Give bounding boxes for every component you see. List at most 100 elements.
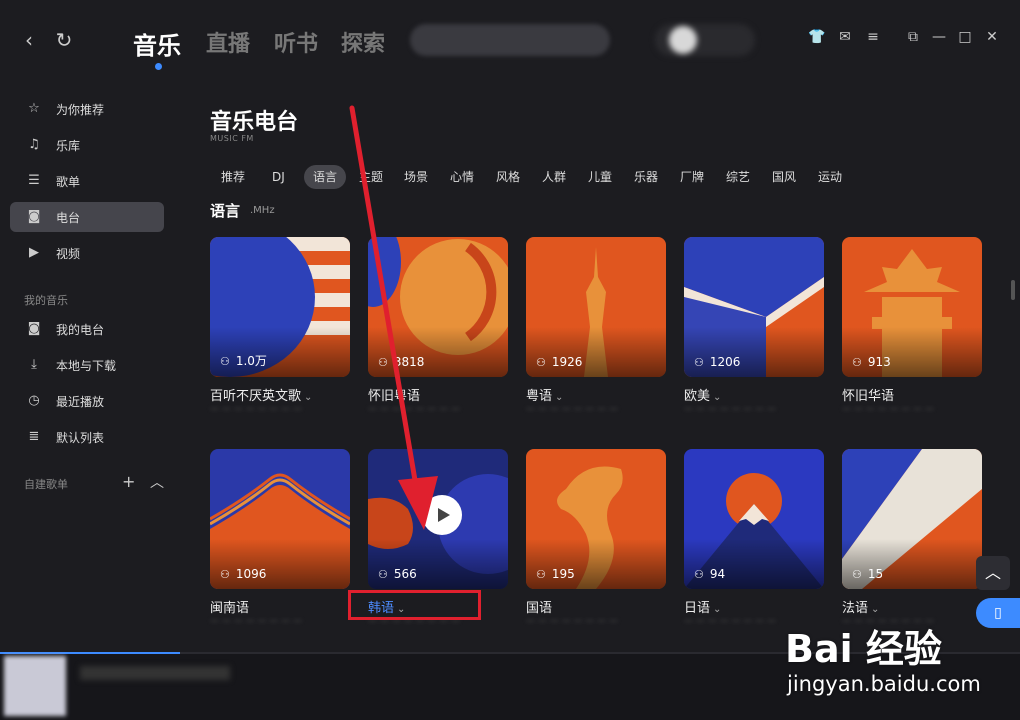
tab-music[interactable]: 音乐 [133, 26, 181, 61]
close-icon[interactable]: ✕ [983, 28, 1001, 46]
person-icon: ⚇ [536, 356, 546, 369]
radio-card[interactable]: ⚇ 3818 [368, 237, 508, 377]
sidebar-item-label: 电台 [56, 211, 81, 225]
listener-count: ⚇ 94 [694, 567, 726, 581]
sidebar-item-recent[interactable]: ◷ 最近播放 [10, 386, 164, 416]
category-tab[interactable]: 场景 [404, 165, 428, 189]
menu-icon[interactable]: ≡ [864, 28, 882, 46]
category-tab[interactable]: 国风 [772, 165, 796, 189]
scrollbar[interactable] [1011, 280, 1015, 300]
mail-icon[interactable]: ✉ [836, 28, 854, 46]
category-tab[interactable]: 厂牌 [680, 165, 704, 189]
minimize-icon[interactable]: — [930, 28, 948, 46]
video-icon: ▶ [29, 245, 39, 260]
category-tab[interactable]: 综艺 [726, 165, 750, 189]
download-icon: ⤓ [31, 357, 37, 372]
radio-card[interactable]: ⚇ 1.0万 [210, 237, 350, 377]
category-tab[interactable]: 主题 [359, 165, 383, 189]
listener-count: ⚇ 3818 [378, 355, 425, 369]
card-name[interactable]: 日语 ⌄ [684, 597, 721, 616]
radio-card[interactable]: ⚇ 94 [684, 449, 824, 589]
radio-card[interactable]: ⚇ 913 [842, 237, 982, 377]
mini-mode-icon[interactable]: ⧉ [904, 28, 922, 46]
back-to-top-button[interactable]: ︿ [976, 556, 1010, 590]
radio-card[interactable]: ⚇ 195 [526, 449, 666, 589]
back-icon[interactable]: ‹ [17, 28, 41, 52]
chevron-down-icon[interactable]: ⌄ [304, 392, 312, 403]
tab-explore[interactable]: 探索 [341, 26, 385, 58]
play-button[interactable] [422, 495, 462, 535]
section-subtitle: .MHz [250, 205, 275, 216]
category-tab[interactable]: 人群 [542, 165, 566, 189]
card-name[interactable]: 粤语 ⌄ [526, 385, 563, 404]
sidebar-item-label: 我的电台 [56, 323, 105, 337]
watermark-logo: Bai 经验 [785, 627, 942, 671]
sidebar-item-label: 默认列表 [56, 431, 105, 445]
card-description: — — — — — — — — [368, 404, 461, 414]
tab-audiobook[interactable]: 听书 [274, 26, 318, 58]
category-tab[interactable]: 推荐 [221, 165, 245, 189]
person-icon: ⚇ [220, 568, 230, 581]
chevron-down-icon[interactable]: ⌄ [713, 604, 721, 615]
sidebar-item-playlists[interactable]: ☰ 歌单 [10, 166, 164, 196]
person-icon: ⚇ [378, 356, 388, 369]
radio-card[interactable]: ⚇ 1096 [210, 449, 350, 589]
radio-card[interactable]: ⚇ 15 [842, 449, 982, 589]
top-bar: ‹ ↻ 音乐 直播 听书 探索 👕 ✉ ≡ ⧉ — □ ✕ [0, 0, 1020, 88]
sidebar-item-label: 本地与下载 [56, 359, 117, 373]
card-name[interactable]: 欧美 ⌄ [684, 385, 721, 404]
sidebar-item-local-download[interactable]: ⤓ 本地与下载 [10, 350, 164, 380]
card-name[interactable]: 怀旧华语 [842, 385, 894, 404]
add-icon[interactable]: + [122, 472, 135, 491]
card-shade [684, 327, 824, 377]
card-name[interactable]: 国语 [526, 597, 552, 616]
radio-card[interactable]: ⚇ 1206 [684, 237, 824, 377]
skin-shirt-icon[interactable]: 👕 [808, 28, 826, 46]
watermark-url: jingyan.baidu.com [787, 672, 981, 696]
maximize-icon[interactable]: □ [956, 28, 974, 46]
category-tab[interactable]: 儿童 [588, 165, 612, 189]
search-input[interactable] [410, 24, 610, 56]
radio-icon: ◙ [27, 209, 41, 224]
category-tab[interactable]: 风格 [496, 165, 520, 189]
category-tab[interactable]: 心情 [450, 165, 474, 189]
sidebar-item-label: 最近播放 [56, 395, 105, 409]
card-shade [368, 539, 508, 589]
category-tab-active[interactable]: 语言 [304, 165, 347, 189]
music-note-icon: ♫ [28, 137, 40, 152]
listener-count: ⚇ 913 [852, 355, 891, 369]
sidebar-item-video[interactable]: ▶ 视频 [10, 238, 164, 268]
active-tab-indicator [155, 63, 162, 70]
category-tab[interactable]: 乐器 [634, 165, 658, 189]
chevron-down-icon[interactable]: ⌄ [555, 392, 563, 403]
now-playing-title [80, 666, 230, 680]
page-subtitle: MUSIC FM [210, 134, 254, 143]
card-description: — — — — — — — — [842, 404, 935, 414]
sidebar-item-library[interactable]: ♫ 乐库 [10, 130, 164, 160]
user-avatar[interactable] [655, 24, 755, 56]
sidebar-item-default-list[interactable]: ≣ 默认列表 [10, 422, 164, 452]
card-description: — — — — — — — — [684, 404, 777, 414]
category-tab[interactable]: 运动 [818, 165, 842, 189]
sidebar-item-label: 歌单 [56, 175, 81, 189]
playlist-icon: ☰ [28, 173, 40, 188]
card-description: — — — — — — — — [210, 404, 303, 414]
card-name[interactable]: 百听不厌英文歌 ⌄ [210, 385, 312, 404]
person-icon: ⚇ [536, 568, 546, 581]
refresh-icon[interactable]: ↻ [52, 28, 76, 52]
card-name[interactable]: 闽南语 [210, 597, 249, 616]
listener-count: ⚇ 15 [852, 567, 884, 581]
card-name[interactable]: 怀旧粤语 [368, 385, 420, 404]
sidebar-item-recommend[interactable]: ☆ 为你推荐 [10, 94, 164, 124]
radio-card[interactable]: ⚇ 566 [368, 449, 508, 589]
sidebar-item-my-radio[interactable]: ◙ 我的电台 [10, 314, 164, 344]
baidu-jingyan-watermark: Bai 经验 jingyan.baidu.com [785, 610, 1015, 710]
tab-live[interactable]: 直播 [206, 26, 250, 58]
radio-card[interactable]: ⚇ 1926 [526, 237, 666, 377]
chevron-down-icon[interactable]: ⌄ [713, 392, 721, 403]
section-title: 语言 [210, 202, 241, 220]
now-playing-cover[interactable] [4, 656, 66, 716]
collapse-icon[interactable]: ︿ [150, 472, 164, 492]
sidebar-item-radio[interactable]: ◙ 电台 [10, 202, 164, 232]
category-tab[interactable]: DJ [272, 165, 285, 189]
